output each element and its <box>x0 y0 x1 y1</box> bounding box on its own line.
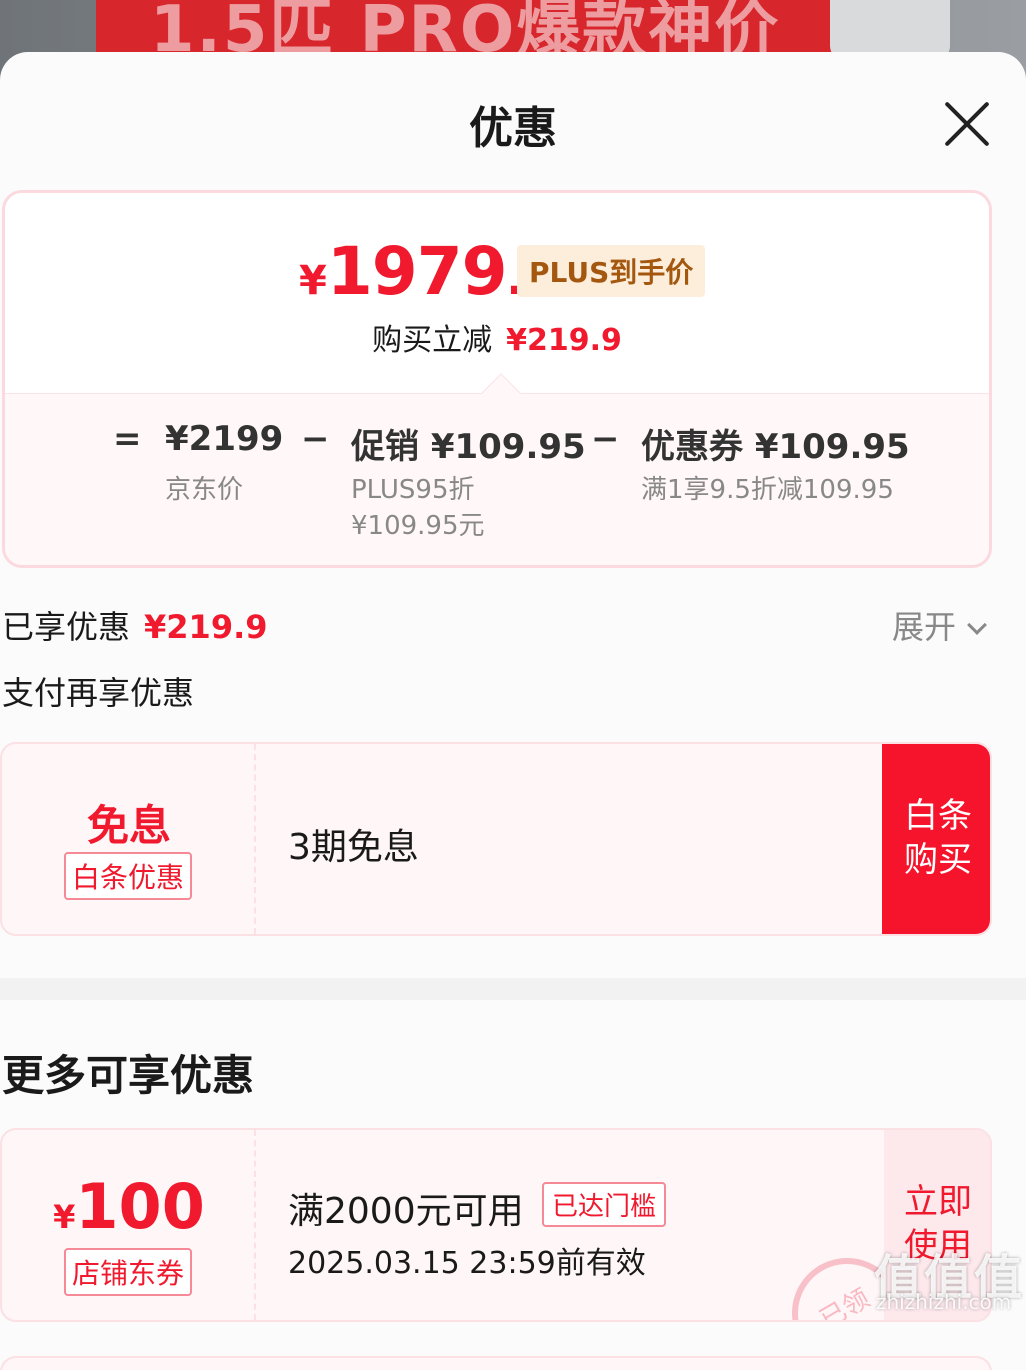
watermark-url: zhizhizhi.com <box>876 1290 1012 1314</box>
baitiao-desc: 3期免息 <box>288 827 419 868</box>
reduction-amount: ¥219.9 <box>506 323 622 358</box>
close-icon[interactable] <box>940 98 992 150</box>
plus-price-badge: PLUS到手价 <box>517 245 706 297</box>
jd-price-label: 京东价 <box>165 475 244 505</box>
enjoyed-discount: 已享优惠 ¥219.9 <box>2 602 268 648</box>
next-coupon-card <box>0 1356 992 1370</box>
expand-label: 展开 <box>892 608 957 646</box>
use-now-line1: 立即 <box>904 1182 972 1222</box>
banner-device-image <box>830 0 950 60</box>
section-divider <box>0 978 1026 1000</box>
store-coupon-card: ¥100 店铺东券 满2000元可用 已达门槛 2025.03.15 23:59… <box>0 1128 992 1322</box>
baitiao-buy-line1: 白条 <box>904 796 972 836</box>
store-coupon-currency: ¥ <box>53 1198 76 1236</box>
baitiao-tag: 白条优惠 <box>64 852 193 900</box>
final-price: ¥1979.1 <box>299 233 554 310</box>
final-price-integer: 1979 <box>326 233 508 310</box>
promo-discount: 促销 ¥109.95 <box>351 427 586 467</box>
baitiao-left: 免息 白条优惠 <box>2 744 256 934</box>
more-discounts-title: 更多可享优惠 <box>2 1051 255 1100</box>
coupon-discount: 优惠券 ¥109.95 <box>641 427 910 467</box>
price-summary-card: ¥1979.1 PLUS到手价 购买立减 ¥219.9 = ¥2199 京东价 −… <box>2 190 992 568</box>
baitiao-title: 免息 <box>86 801 171 850</box>
reduction-label: 购买立减 <box>372 323 493 358</box>
promo-note-2: ¥109.95元 <box>351 511 485 541</box>
baitiao-buy-button[interactable]: 白条 购买 <box>882 744 990 934</box>
calc-minus-2: − <box>591 419 620 459</box>
baitiao-card: 免息 白条优惠 3期免息 白条 购买 <box>0 742 992 936</box>
coupon-validity: 2025.03.15 23:59前有效 <box>288 1246 646 1281</box>
jd-price: ¥2199 <box>165 419 284 459</box>
enjoyed-amount: ¥219.9 <box>144 608 268 646</box>
coupon-condition: 满2000元可用 <box>288 1191 524 1232</box>
promo-note-1: PLUS95折 <box>351 475 475 505</box>
chevron-down-icon <box>967 615 987 635</box>
store-coupon-amount: 100 <box>75 1170 205 1243</box>
calc-minus-1: − <box>301 419 330 459</box>
store-coupon-left: ¥100 店铺东券 <box>2 1130 256 1320</box>
enjoyed-label: 已享优惠 <box>2 608 131 646</box>
store-coupon-tag: 店铺东券 <box>64 1248 193 1296</box>
threshold-badge: 已达门槛 <box>542 1182 667 1227</box>
pay-more-label: 支付再享优惠 <box>2 674 195 712</box>
discount-sheet: 优惠 ¥1979.1 PLUS到手价 购买立减 ¥219.9 = ¥2199 京东… <box>0 52 1026 1370</box>
instant-reduction: 购买立减 ¥219.9 <box>5 315 989 359</box>
coupon-note: 满1享9.5折减109.95 <box>641 475 894 505</box>
final-price-currency: ¥ <box>299 258 327 304</box>
store-coupon-value: ¥100 <box>2 1170 256 1243</box>
expand-button[interactable]: 展开 <box>892 602 987 648</box>
sheet-title: 优惠 <box>469 103 557 154</box>
baitiao-buy-line2: 购买 <box>904 840 972 880</box>
calc-equals: = <box>113 419 142 459</box>
